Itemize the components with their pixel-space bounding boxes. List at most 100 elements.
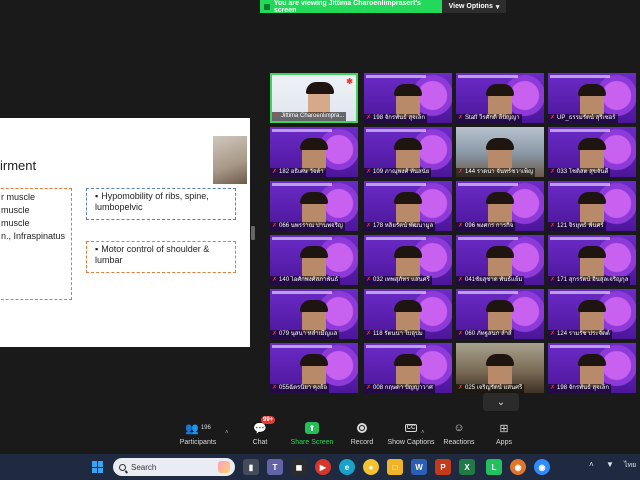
excel-icon[interactable]: X bbox=[459, 459, 475, 475]
participant-tile[interactable]: ✗ UP_ธรรมรัตน์ สุริเซอร์ bbox=[548, 73, 636, 123]
participant-tile[interactable]: ✗ 079 นุสนา หลำเมีญแล bbox=[270, 289, 358, 339]
meeting-toolbar: 👥 196 Participants ˄ 💬 99+ Chat ⬆ Share Sc… bbox=[0, 416, 640, 454]
edge-icon[interactable]: e bbox=[339, 459, 355, 475]
background-header bbox=[272, 345, 332, 348]
participant-tile[interactable]: ✗ 109 ภาณุพงศ์ ทั้นสนัย bbox=[364, 127, 452, 177]
presenter-thumbnail bbox=[213, 136, 247, 184]
participant-name: 066 นพรราณ ปานพจริญ bbox=[279, 223, 343, 229]
background-header bbox=[272, 237, 332, 240]
participant-name-label: ✗ UP_ธรรมรัตน์ สุริเซอร์ bbox=[548, 114, 618, 123]
file-explorer-icon[interactable]: □ bbox=[387, 459, 403, 475]
participant-name: 109 ภาณุพงศ์ ทั้นสนัย bbox=[373, 169, 430, 175]
muted-mic-icon: ✗ bbox=[366, 277, 372, 283]
participant-name: 008 กฤษดา ปัญญาวาศ bbox=[373, 385, 433, 391]
participant-name-label: ✗ 060 ภัทฐสนก ลำส์ bbox=[456, 330, 514, 339]
slide-left-item: r muscle bbox=[1, 192, 36, 202]
captions-caret-icon[interactable]: ˄ bbox=[421, 430, 425, 436]
participant-tile[interactable]: ✗ 041ชัยสุชาด พันธ์แย้ม bbox=[456, 235, 544, 285]
participant-video bbox=[578, 246, 606, 279]
muted-mic-icon: ✗ bbox=[272, 385, 278, 391]
participant-tile[interactable]: ✗ 118 รัตนนา ใบอุปม bbox=[364, 289, 452, 339]
participant-video bbox=[486, 84, 514, 117]
participant-video bbox=[578, 192, 606, 225]
gallery-next-page-button[interactable]: ⌄ bbox=[483, 393, 519, 411]
word-icon[interactable]: W bbox=[411, 459, 427, 475]
teams-icon[interactable]: T bbox=[267, 459, 283, 475]
app-icon[interactable]: ◼ bbox=[291, 459, 307, 475]
participant-video bbox=[394, 192, 422, 225]
viewing-message: You are viewing Jittima Charoenlimpraser… bbox=[260, 0, 442, 14]
muted-mic-icon: ✗ bbox=[272, 331, 278, 337]
network-icon[interactable]: ▼ bbox=[606, 460, 614, 469]
powerpoint-icon[interactable]: P bbox=[435, 459, 451, 475]
reactions-label: Reactions bbox=[443, 439, 475, 446]
participant-tile[interactable]: ✗ 178 หลิยรัตน์ พัฒนามูล bbox=[364, 181, 452, 231]
slide-bullet: Hypomobility of ribs, spine, lumbopelvic bbox=[95, 191, 231, 213]
participant-tile[interactable]: ✗ 171 สุกรรัตน์ อินสุลเจริญกุล bbox=[548, 235, 636, 285]
participant-name-label: ✗ 144 ราดนา จันทร์ชวาเพ็ญ bbox=[456, 168, 536, 177]
split-divider-handle[interactable] bbox=[251, 226, 255, 240]
chat-button[interactable]: 💬 99+ Chat bbox=[230, 416, 290, 452]
participant-tile[interactable]: ✗ 060 ภัทฐสนก ลำส์ bbox=[456, 289, 544, 339]
participant-tile[interactable]: ✗ 182 อธิเศษ วัจต์า bbox=[270, 127, 358, 177]
participant-video bbox=[394, 246, 422, 279]
participant-tile[interactable]: ✗ 025 เจริญรัตน์ แสนศรี bbox=[456, 343, 544, 393]
apps-button[interactable]: ⊞ Apps bbox=[474, 420, 534, 452]
line-icon[interactable]: L bbox=[486, 459, 502, 475]
participant-name: 025 เจริญรัตน์ แสนศรี bbox=[465, 385, 523, 391]
background-header bbox=[272, 291, 332, 294]
participant-tile[interactable]: ✗ 033 โชติสต สุขจันดี bbox=[548, 127, 636, 177]
participant-name-label: ✗ 033 โชติสต สุขจันดี bbox=[548, 168, 611, 177]
participant-tile[interactable]: ✗ 008 กฤษดา ปัญญาวาศ bbox=[364, 343, 452, 393]
participant-tile[interactable]: ✗ 140 ไอศักพงศ์สภาพันธ์ bbox=[270, 235, 358, 285]
search-highlight-icon bbox=[218, 461, 230, 473]
participant-name-label: ✗ 055ฉัตรนิยา คุงอ้อ bbox=[270, 384, 330, 393]
participant-video bbox=[394, 138, 422, 171]
task-view-icon[interactable]: ▮ bbox=[243, 459, 259, 475]
chevron-down-icon: ▾ bbox=[495, 3, 500, 11]
muted-mic-icon: ✗ bbox=[366, 115, 372, 121]
windows-start-icon[interactable] bbox=[92, 461, 104, 473]
participant-tile[interactable]: ✗ 066 นพรราณ ปานพจริญ bbox=[270, 181, 358, 231]
participant-video bbox=[578, 138, 606, 171]
participant-tile[interactable]: ✱ ✗ Jittima Charoenlimpra... bbox=[270, 73, 358, 123]
background-header bbox=[458, 237, 518, 240]
share-screen-label: Share Screen bbox=[290, 439, 334, 446]
participant-name-label: ✗ 118 รัตนนา ใบอุปม bbox=[364, 330, 425, 339]
muted-mic-icon: ✗ bbox=[458, 169, 464, 175]
participant-name-label: ✗ 096 พงศกร การกิจ bbox=[456, 222, 516, 231]
show-captions-label: Show Captions bbox=[387, 439, 435, 446]
participant-video bbox=[578, 84, 606, 117]
background-header bbox=[458, 183, 518, 186]
participant-tile[interactable]: ✗ 121 จิรยุทธ์ ฟันศร์ bbox=[548, 181, 636, 231]
record-icon bbox=[354, 420, 370, 436]
participant-tile[interactable]: ✗ 124 รามรัช ประจัดต์ bbox=[548, 289, 636, 339]
participant-tile[interactable]: ✗ 032 เทพสุภัทร แสนศรี bbox=[364, 235, 452, 285]
media-player-icon[interactable]: ▶ bbox=[315, 459, 331, 475]
taskbar-search-box[interactable]: Search bbox=[113, 458, 235, 476]
participant-tile[interactable]: ✗ 055ฉัตรนิยา คุงอ้อ bbox=[270, 343, 358, 393]
captions-icon: CC bbox=[403, 420, 419, 436]
muted-mic-icon: ✗ bbox=[366, 385, 372, 391]
background-header bbox=[458, 291, 518, 294]
participants-button[interactable]: 👥 196 Participants bbox=[168, 420, 228, 452]
participant-tile[interactable]: ✗ 144 ราดนา จันทร์ชวาเพ็ญ bbox=[456, 127, 544, 177]
browser-icon[interactable]: ◉ bbox=[510, 459, 526, 475]
background-header bbox=[550, 345, 610, 348]
participant-tile[interactable]: ✗ 096 พงศกร การกิจ bbox=[456, 181, 544, 231]
participant-tile[interactable]: ✗ 198 จักรพันธ์ สุจเล็ก bbox=[364, 73, 452, 123]
participant-name-label: ✗ 121 จิรยุทธ์ ฟันศร์ bbox=[548, 222, 606, 231]
participant-tile[interactable]: ✗ Staff วีรศักดิ์ ลีปัญญา bbox=[456, 73, 544, 123]
tray-chevron-icon[interactable]: ˄ bbox=[589, 460, 594, 469]
language-indicator[interactable]: ไทย bbox=[624, 460, 636, 471]
chat-icon: 💬 99+ bbox=[253, 416, 276, 435]
apps-label: Apps bbox=[496, 439, 512, 446]
participant-tile[interactable]: ✗ 198 จักรพันธ์ สุจเล็ก bbox=[548, 343, 636, 393]
chrome-icon[interactable]: ● bbox=[363, 459, 379, 475]
view-options-button[interactable]: View Options ▾ bbox=[442, 0, 506, 13]
background-header bbox=[366, 345, 426, 348]
participants-caret-icon[interactable]: ˄ bbox=[225, 430, 229, 436]
participant-video bbox=[486, 354, 514, 387]
spotlight-icon: ✱ bbox=[346, 77, 353, 86]
zoom-icon[interactable]: ◉ bbox=[534, 459, 550, 475]
